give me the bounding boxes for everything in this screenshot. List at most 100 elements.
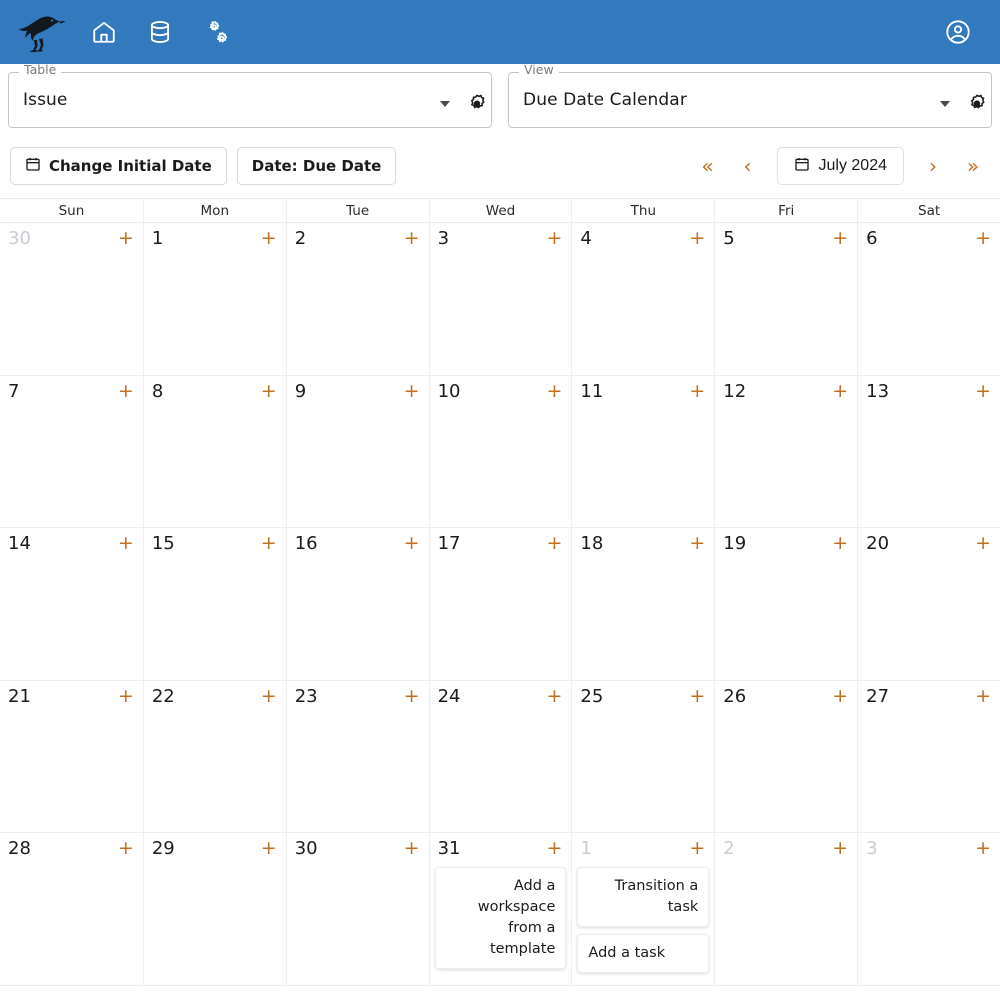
calendar-day-cell[interactable]: 2 + [714,833,858,986]
calendar-day-cell[interactable]: 14 + [0,528,143,681]
calendar-day-cell[interactable]: 20 + [857,528,1000,681]
calendar-day-cell[interactable]: 19 + [714,528,858,681]
day-number: 3 [866,838,878,859]
last-period-button[interactable]: » [956,149,990,183]
calendar-day-cell[interactable]: 23 + [285,680,429,833]
add-event-plus-icon[interactable]: + [975,380,995,402]
add-event-plus-icon[interactable]: + [832,685,852,707]
add-event-plus-icon[interactable]: + [404,685,424,707]
day-number: 6 [866,228,878,249]
event-card[interactable]: Add a workspace from a template [434,867,567,970]
view-select[interactable]: View Due Date Calendar [508,63,992,128]
calendar-day-cell[interactable]: 28 + [0,833,143,986]
calendar-day-cell[interactable]: 9 + [285,375,429,528]
add-event-plus-icon[interactable]: + [975,227,995,249]
calendar-day-cell[interactable]: 3 + [428,223,572,376]
add-event-plus-icon[interactable]: + [261,837,281,859]
calendar-day-cell[interactable]: 13 + [857,375,1000,528]
bird-logo[interactable] [14,11,66,53]
calendar-day-cell[interactable]: 4 + [571,223,715,376]
add-event-plus-icon[interactable]: + [832,837,852,859]
add-event-plus-icon[interactable]: + [689,532,709,554]
calendar-day-cell[interactable]: 22 + [142,680,286,833]
calendar-day-cell[interactable]: 18 + [571,528,715,681]
calendar-day-cell[interactable]: 7 + [0,375,143,528]
add-event-plus-icon[interactable]: + [547,685,567,707]
calendar-day-cell[interactable]: 30 + [0,223,143,376]
view-settings-gear-icon[interactable] [962,89,992,119]
calendar-day-cell[interactable]: 2 + [285,223,429,376]
add-event-plus-icon[interactable]: + [832,227,852,249]
add-event-plus-icon[interactable]: + [261,227,281,249]
calendar-day-cell[interactable]: 12 + [714,375,858,528]
add-event-plus-icon[interactable]: + [975,837,995,859]
calendar-day-cell[interactable]: 24 + [428,680,572,833]
add-event-plus-icon[interactable]: + [404,837,424,859]
add-event-plus-icon[interactable]: + [404,532,424,554]
calendar-day-cell[interactable]: 26 + [714,680,858,833]
calendar-day-cell[interactable]: 1 + [142,223,286,376]
add-event-plus-icon[interactable]: + [975,532,995,554]
calendar-day-cell[interactable]: 11 + [571,375,715,528]
weekday-header-fri: Fri [714,199,857,223]
next-period-button[interactable]: › [916,149,950,183]
calendar-day-cell[interactable]: 8 + [142,375,286,528]
calendar-day-cell[interactable]: 15 + [142,528,286,681]
calendar-day-cell[interactable]: 31 + Add a workspace from a template [428,833,572,986]
add-event-plus-icon[interactable]: + [261,685,281,707]
first-period-button[interactable]: « [691,149,725,183]
add-event-plus-icon[interactable]: + [261,380,281,402]
add-event-plus-icon[interactable]: + [118,685,138,707]
home-icon[interactable] [84,12,124,52]
calendar-toolbar: Change Initial Date Date: Due Date « ‹ J… [0,136,1000,198]
add-event-plus-icon[interactable]: + [118,227,138,249]
add-event-plus-icon[interactable]: + [689,685,709,707]
account-circle-icon[interactable] [938,12,978,52]
add-event-plus-icon[interactable]: + [404,227,424,249]
add-event-plus-icon[interactable]: + [689,227,709,249]
add-event-plus-icon[interactable]: + [118,380,138,402]
calendar-day-cell[interactable]: 5 + [714,223,858,376]
calendar-day-cell[interactable]: 30 + [285,833,429,986]
calendar-day-cell[interactable]: 17 + [428,528,572,681]
calendar-day-cell[interactable]: 6 + [857,223,1000,376]
event-card[interactable]: Transition a task [577,867,710,928]
add-event-plus-icon[interactable]: + [832,532,852,554]
day-cell-header: 18 + [577,532,709,558]
calendar-day-cell[interactable]: 3 + [857,833,1000,986]
calendar-day-cell[interactable]: 1 + Transition a task Add a task [571,833,715,986]
calendar-day-cell[interactable]: 25 + [571,680,715,833]
add-event-plus-icon[interactable]: + [118,532,138,554]
add-event-plus-icon[interactable]: + [832,380,852,402]
calendar-day-cell[interactable]: 21 + [0,680,143,833]
event-card[interactable]: Add a task [577,934,710,974]
day-number: 10 [437,380,461,402]
gears-icon[interactable] [196,12,236,52]
change-initial-date-button[interactable]: Change Initial Date [10,147,227,185]
calendar-weekday-header: Sun Mon Tue Wed Thu Fri Sat [0,199,1000,223]
add-event-plus-icon[interactable]: + [404,380,424,402]
add-event-plus-icon[interactable]: + [547,380,567,402]
previous-period-button[interactable]: ‹ [731,149,765,183]
calendar-day-cell[interactable]: 16 + [285,528,429,681]
add-event-plus-icon[interactable]: + [547,227,567,249]
add-event-plus-icon[interactable]: + [118,837,138,859]
table-settings-gear-icon[interactable] [462,89,492,119]
calendar-day-cell[interactable]: 29 + [142,833,286,986]
database-icon[interactable] [140,12,180,52]
add-event-plus-icon[interactable]: + [689,837,709,859]
add-event-plus-icon[interactable]: + [547,532,567,554]
calendar-day-cell[interactable]: 27 + [857,680,1000,833]
add-event-plus-icon[interactable]: + [547,837,567,859]
date-field-button[interactable]: Date: Due Date [236,147,397,185]
day-cell-header: 24 + [435,685,567,711]
weekday-header-tue: Tue [285,199,429,223]
day-number: 30 [8,228,31,249]
change-initial-date-label: Change Initial Date [49,157,212,175]
add-event-plus-icon[interactable]: + [261,532,281,554]
month-picker-button[interactable]: July 2024 [776,147,904,185]
add-event-plus-icon[interactable]: + [975,685,995,707]
calendar-day-cell[interactable]: 10 + [428,375,572,528]
add-event-plus-icon[interactable]: + [689,380,709,402]
table-select[interactable]: Table Issue [8,63,492,128]
